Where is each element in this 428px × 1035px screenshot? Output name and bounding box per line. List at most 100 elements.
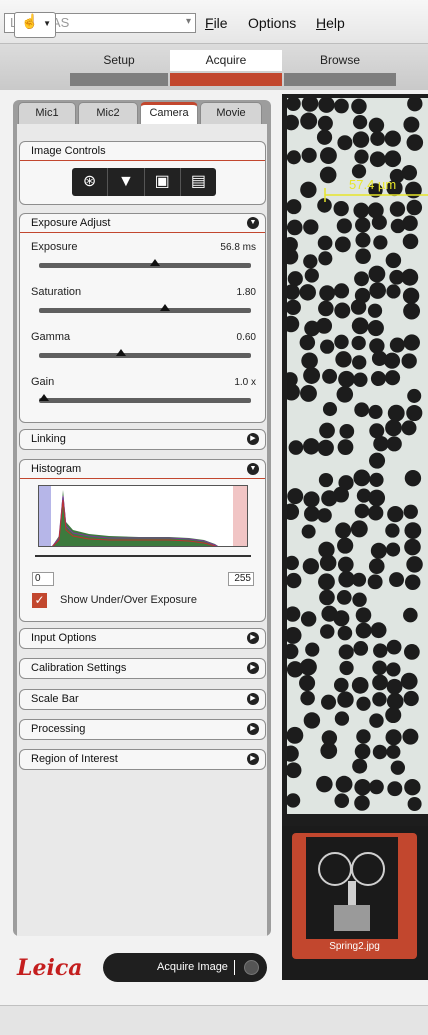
collapse-icon[interactable]: ▼: [247, 463, 259, 475]
exposure-slider[interactable]: [39, 259, 251, 268]
particle: [403, 607, 418, 623]
thumbnail-image[interactable]: [306, 837, 398, 939]
particle: [401, 420, 417, 436]
scale-bar-section[interactable]: Scale Bar ▶: [19, 689, 266, 710]
particle: [369, 472, 384, 487]
slider-thumb[interactable]: [115, 349, 126, 356]
expand-icon[interactable]: ▶: [247, 723, 259, 735]
particle: [373, 235, 388, 250]
particle: [320, 624, 335, 639]
gain-slider[interactable]: [39, 394, 251, 403]
particle: [367, 303, 383, 318]
particle: [316, 129, 333, 145]
histogram-min-field[interactable]: 0: [32, 572, 54, 586]
microscope-image[interactable]: 57.4 µm: [287, 98, 428, 814]
tab-camera[interactable]: Camera: [140, 102, 198, 124]
particle: [335, 522, 352, 539]
particle: [356, 729, 371, 744]
particle: [402, 728, 419, 745]
region-of-interest-section[interactable]: Region of Interest ▶: [19, 749, 266, 770]
particle: [402, 233, 419, 250]
processing-section[interactable]: Processing ▶: [19, 719, 266, 740]
particle: [389, 572, 405, 588]
particle-image: 57.4 µm: [287, 98, 428, 814]
show-exposure-checkbox[interactable]: ✓: [32, 593, 47, 608]
menu-options[interactable]: Options: [248, 15, 296, 31]
tool-button[interactable]: ☝ ▼: [14, 12, 56, 38]
aperture-icon[interactable]: ⊛: [72, 168, 109, 196]
illumination-icon[interactable]: ▼: [108, 168, 145, 196]
section-header[interactable]: Exposure Adjust ▼: [20, 214, 265, 233]
step-setup[interactable]: Setup: [70, 50, 168, 71]
menu-file[interactable]: File: [205, 15, 228, 31]
expand-icon[interactable]: ▶: [247, 753, 259, 765]
particle: [287, 199, 302, 215]
record-icon: [244, 960, 259, 975]
gamma-slider[interactable]: [39, 349, 251, 358]
particle: [368, 558, 385, 575]
expand-icon[interactable]: ▶: [247, 662, 259, 674]
menu-help[interactable]: Help: [316, 15, 345, 31]
tab-movie[interactable]: Movie: [200, 102, 262, 124]
film-icon[interactable]: ▤: [181, 168, 216, 196]
histogram-section: Histogram ▼ 0 255 ✓ Show Under/Over Expo…: [19, 459, 266, 622]
histogram-range-slider[interactable]: [35, 555, 251, 557]
particle: [385, 523, 400, 538]
acquire-image-button[interactable]: Acquire Image: [103, 953, 267, 982]
particle: [387, 505, 404, 523]
section-header[interactable]: Region of Interest ▶: [20, 750, 265, 769]
particle: [385, 729, 402, 746]
particle: [403, 690, 419, 707]
particle: [303, 438, 320, 455]
particle: [287, 219, 303, 236]
tab-mic1[interactable]: Mic1: [18, 102, 76, 124]
particle: [373, 435, 389, 452]
slider-thumb[interactable]: [160, 304, 171, 311]
tab-mic2[interactable]: Mic2: [78, 102, 138, 124]
particle: [369, 713, 384, 728]
particle: [385, 707, 402, 724]
calibration-settings-section[interactable]: Calibration Settings ▶: [19, 658, 266, 679]
section-header[interactable]: Scale Bar ▶: [20, 690, 265, 709]
slider-thumb[interactable]: [150, 259, 161, 266]
section-header[interactable]: Input Options ▶: [20, 629, 265, 648]
section-header[interactable]: Calibration Settings ▶: [20, 659, 265, 678]
input-options-section[interactable]: Input Options ▶: [19, 628, 266, 649]
particle: [350, 520, 368, 538]
step-browse-bar: [284, 73, 396, 86]
expand-icon[interactable]: ▶: [247, 693, 259, 705]
particle: [368, 505, 384, 521]
camera-icon[interactable]: ▣: [145, 168, 181, 196]
particle: [319, 166, 337, 184]
particle: [337, 556, 354, 573]
collapse-icon[interactable]: ▼: [247, 217, 259, 229]
particle: [352, 758, 368, 774]
linking-section[interactable]: Linking ▶: [19, 429, 266, 450]
particle: [303, 712, 321, 729]
particle: [319, 554, 337, 572]
chevron-down-icon: ▾: [185, 16, 191, 27]
section-header[interactable]: Linking ▶: [20, 430, 265, 449]
section-header[interactable]: Processing ▶: [20, 720, 265, 739]
slider-thumb[interactable]: [39, 394, 49, 401]
particle: [404, 779, 421, 796]
particle: [355, 622, 372, 639]
particle: [368, 404, 383, 420]
saturation-slider[interactable]: [39, 304, 251, 313]
particle: [400, 672, 418, 690]
saturation-label: Saturation: [31, 286, 82, 298]
step-acquire[interactable]: Acquire: [170, 50, 282, 71]
step-browse[interactable]: Browse: [284, 50, 396, 71]
particle: [299, 284, 316, 301]
exposure-label: Exposure: [31, 241, 78, 253]
particle: [406, 134, 424, 151]
expand-icon[interactable]: ▶: [247, 632, 259, 644]
particle: [337, 625, 353, 641]
section-title: Histogram: [31, 463, 82, 475]
histogram-max-field[interactable]: 255: [228, 572, 254, 586]
particle: [334, 98, 349, 114]
expand-icon[interactable]: ▶: [247, 433, 259, 445]
section-header[interactable]: Histogram ▼: [20, 460, 265, 479]
particle: [370, 131, 385, 146]
particle: [301, 352, 318, 370]
